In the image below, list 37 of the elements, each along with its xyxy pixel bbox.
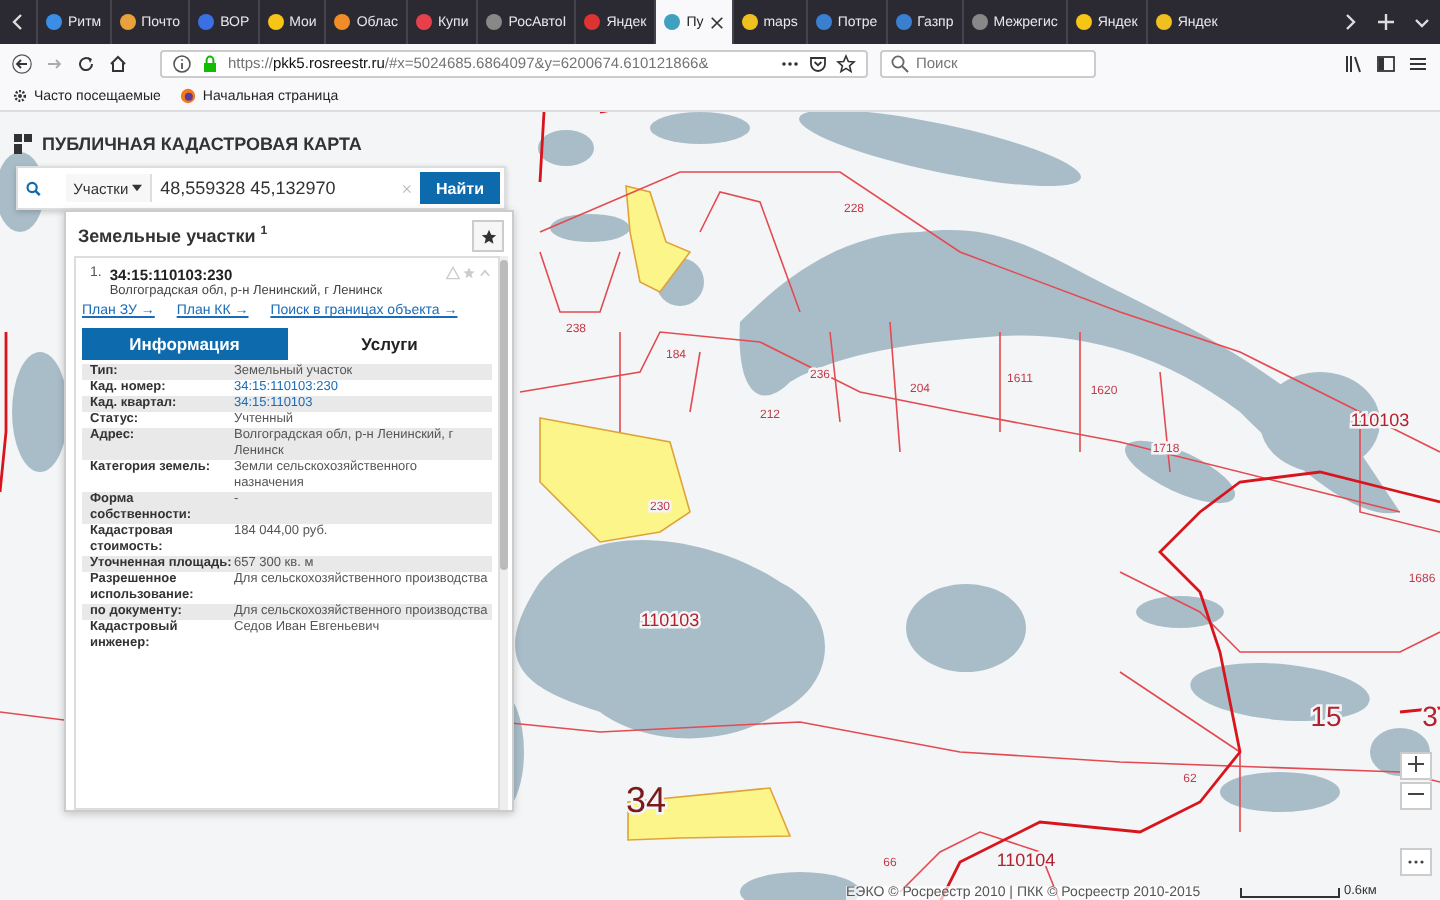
scale-bar xyxy=(1240,888,1340,898)
map-label: 3 xyxy=(1422,700,1438,732)
star-icon[interactable] xyxy=(462,266,476,280)
menu-icon[interactable] xyxy=(1408,53,1428,73)
globe-icon xyxy=(180,88,197,104)
zoom-in-button[interactable] xyxy=(1400,752,1432,780)
plus-icon xyxy=(1408,755,1424,771)
lock-icon xyxy=(200,53,220,73)
info-icon[interactable] xyxy=(172,53,192,73)
home-icon[interactable] xyxy=(108,53,128,73)
map-label: 110103 xyxy=(640,610,700,630)
more-icon xyxy=(1408,858,1424,866)
new-tab-icon[interactable] xyxy=(1376,12,1396,32)
results-heading: Земельные участки $^{1}$ xyxy=(78,226,268,246)
search-icon[interactable] xyxy=(26,177,42,199)
find-button[interactable]: Найти xyxy=(420,172,500,204)
library-icon[interactable] xyxy=(1344,53,1364,73)
caret-icon xyxy=(132,184,143,192)
search-icon xyxy=(890,53,910,73)
app-title: ПУБЛИЧНАЯ КАДАСТРОВАЯ КАРТА xyxy=(42,134,362,154)
star-icon[interactable] xyxy=(836,53,856,73)
reload-icon[interactable] xyxy=(76,53,96,73)
close-icon[interactable] xyxy=(709,15,724,29)
pocket-icon[interactable] xyxy=(808,53,828,73)
gear-icon xyxy=(12,88,28,104)
chevron-left-icon[interactable] xyxy=(8,12,28,32)
info-tab[interactable]: Информация xyxy=(82,328,287,360)
back-icon[interactable] xyxy=(12,53,32,73)
scrollbar[interactable] xyxy=(500,256,508,810)
logo-icon xyxy=(12,132,36,156)
map-label: 15 xyxy=(1310,700,1342,732)
chevron-right-icon[interactable] xyxy=(1340,12,1360,32)
favorite-button[interactable] xyxy=(472,220,504,252)
star-icon xyxy=(479,227,497,245)
map-label: 34 xyxy=(625,780,667,820)
sidebar-icon[interactable] xyxy=(1376,53,1396,73)
zoom-out-button[interactable] xyxy=(1400,782,1432,810)
